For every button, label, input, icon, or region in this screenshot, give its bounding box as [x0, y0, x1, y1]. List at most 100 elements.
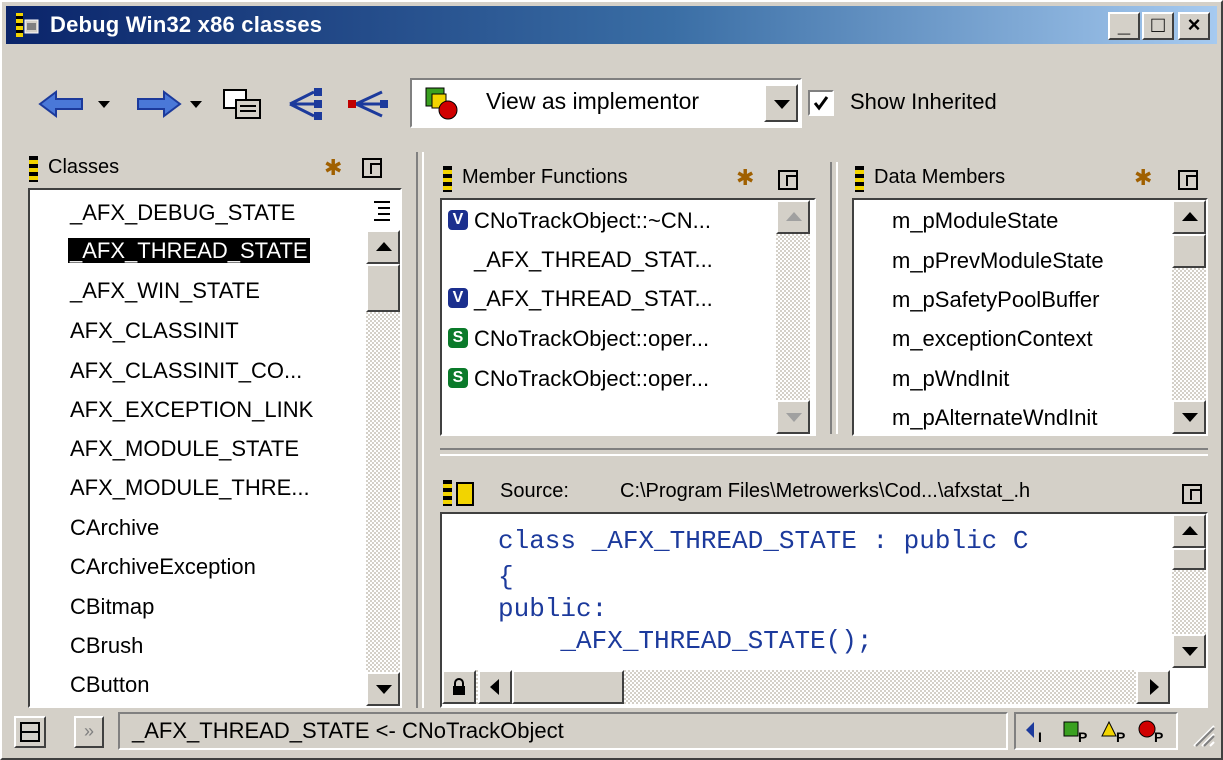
- member-function-item[interactable]: V _AFX_THREAD_STAT...: [448, 280, 713, 318]
- member-function-item[interactable]: S CNoTrackObject::oper...: [448, 360, 709, 398]
- data-member-item[interactable]: m_pModuleState: [892, 202, 1058, 240]
- horizontal-scroll-thumb[interactable]: [512, 670, 624, 704]
- class-list-item[interactable]: _AFX_WIN_STATE: [70, 272, 260, 310]
- back-arrow-icon[interactable]: [38, 88, 94, 120]
- resize-grip-icon[interactable]: [1188, 720, 1216, 748]
- pane-splitter[interactable]: [830, 162, 838, 434]
- derived-classes-graph-icon[interactable]: [346, 86, 390, 122]
- title-bar[interactable]: Debug Win32 x86 classes _ □ ×: [6, 6, 1217, 44]
- class-list-item[interactable]: CArchiveException: [70, 548, 256, 586]
- float-pane-icon[interactable]: [778, 170, 798, 190]
- member-function-item[interactable]: _AFX_THREAD_STAT...: [448, 241, 713, 279]
- scroll-up-button[interactable]: [1172, 514, 1206, 548]
- minimize-button[interactable]: _: [1108, 12, 1140, 40]
- base-classes-graph-icon[interactable]: [284, 86, 328, 122]
- vertical-splitter[interactable]: [416, 152, 424, 708]
- class-list-item[interactable]: AFX_EXCEPTION_LINK: [70, 391, 313, 429]
- data-member-item[interactable]: m_pWndInit: [892, 360, 1009, 398]
- float-pane-icon[interactable]: [1182, 484, 1202, 504]
- data-member-item[interactable]: m_pPrevModuleState: [892, 242, 1104, 280]
- scroll-down-button[interactable]: [1172, 400, 1206, 434]
- new-class-icon[interactable]: ✱: [324, 156, 350, 180]
- view-mode-dropdown-button[interactable]: [764, 84, 798, 122]
- class-list-item[interactable]: CBrush: [70, 627, 143, 665]
- horizontal-splitter[interactable]: [440, 448, 1208, 456]
- class-list-item[interactable]: AFX_CLASSINIT_CO...: [70, 352, 302, 390]
- pane-grip-icon[interactable]: [29, 156, 38, 182]
- float-pane-icon[interactable]: [1178, 170, 1198, 190]
- show-inherited-checkbox[interactable]: [808, 90, 834, 116]
- show-inherited-label[interactable]: Show Inherited: [850, 89, 997, 115]
- static-method-icon: S: [448, 328, 468, 349]
- checkmark-icon: [813, 96, 829, 111]
- data-member-item[interactable]: m_pAlternateWndInit: [892, 399, 1097, 434]
- new-data-member-icon[interactable]: ✱: [1134, 166, 1160, 190]
- scroll-up-button[interactable]: [366, 230, 400, 264]
- class-list-item[interactable]: CArchive: [70, 509, 159, 547]
- scroll-right-button[interactable]: [1136, 670, 1170, 704]
- pane-grip-icon[interactable]: [443, 166, 452, 192]
- lock-icon: [453, 678, 465, 695]
- class-list-item[interactable]: AFX_CLASSINIT: [70, 312, 239, 350]
- member-function-item[interactable]: V CNoTrackObject::~CN...: [448, 202, 711, 240]
- class-list-item-selected[interactable]: _AFX_THREAD_STATE: [68, 232, 310, 270]
- view-mode-dropdown[interactable]: View as implementor: [410, 78, 802, 128]
- filter-icons-field: I P P P: [1014, 712, 1178, 750]
- back-dropdown-icon[interactable]: [96, 98, 112, 110]
- forward-arrow-icon[interactable]: [132, 88, 182, 120]
- class-list-item[interactable]: AFX_MODULE_THRE...: [70, 469, 310, 507]
- svg-text:I: I: [1038, 729, 1042, 744]
- close-button[interactable]: ×: [1178, 12, 1210, 40]
- forward-dropdown-icon[interactable]: [188, 98, 204, 110]
- member-function-item[interactable]: S CNoTrackObject::oper...: [448, 320, 709, 358]
- class-list-item[interactable]: CBitmap: [70, 588, 154, 626]
- status-bar-field: _AFX_THREAD_STATE <- CNoTrackObject: [118, 712, 1008, 750]
- data-member-item[interactable]: m_pSafetyPoolBuffer: [892, 281, 1100, 319]
- source-horizontal-scrollbar[interactable]: [442, 670, 1170, 704]
- private-filter-icon[interactable]: P: [1138, 720, 1170, 744]
- scroll-down-button[interactable]: [366, 672, 400, 706]
- class-hierarchy-icon[interactable]: [220, 86, 264, 122]
- lock-button[interactable]: [442, 670, 476, 704]
- expand-pane-icon[interactable]: »: [74, 716, 104, 748]
- member-functions-list[interactable]: V CNoTrackObject::~CN... _AFX_THREAD_STAT…: [440, 198, 816, 436]
- data-members-list[interactable]: m_pModuleState m_pPrevModuleState m_pSaf…: [852, 198, 1208, 436]
- class-list-item[interactable]: AFX_MODULE_STATE: [70, 430, 299, 468]
- member-functions-pane-title: Member Functions: [462, 166, 628, 188]
- classes-list[interactable]: _AFX_DEBUG_STATE _AFX_THREAD_STATE _AFX_…: [28, 188, 402, 708]
- scroll-thumb[interactable]: [1172, 548, 1206, 570]
- public-filter-icon[interactable]: P: [1062, 720, 1094, 744]
- svg-text:P: P: [1154, 729, 1163, 744]
- member-functions-pane-header: Member Functions ✱: [440, 162, 816, 196]
- new-member-function-icon[interactable]: ✱: [736, 166, 762, 190]
- data-members-scrollbar[interactable]: [1172, 200, 1206, 434]
- scroll-down-button[interactable]: [1172, 634, 1206, 668]
- inherited-filter-icon[interactable]: I: [1024, 720, 1056, 744]
- list-outline-icon[interactable]: [366, 194, 398, 226]
- source-vertical-scrollbar[interactable]: [1172, 514, 1206, 668]
- static-method-icon: S: [448, 368, 468, 389]
- virtual-method-icon: V: [448, 210, 468, 231]
- pane-grip-icon[interactable]: [855, 166, 864, 192]
- scroll-down-button[interactable]: [776, 400, 810, 434]
- pane-grip-icon[interactable]: [443, 480, 452, 506]
- classes-pane-header: Classes ✱: [26, 152, 406, 186]
- classes-scrollbar[interactable]: [366, 230, 400, 706]
- protected-filter-icon[interactable]: P: [1100, 720, 1132, 744]
- scroll-up-button[interactable]: [1172, 200, 1206, 234]
- class-list-item[interactable]: CButton: [70, 666, 150, 704]
- scroll-thumb[interactable]: [366, 264, 400, 312]
- scroll-left-button[interactable]: [478, 670, 512, 704]
- maximize-button[interactable]: □: [1142, 12, 1174, 40]
- class-browser-icon: [16, 13, 39, 37]
- pane-layout-button[interactable]: [14, 716, 46, 748]
- data-member-item[interactable]: m_exceptionContext: [892, 320, 1093, 358]
- class-list-item[interactable]: _AFX_DEBUG_STATE: [70, 194, 295, 232]
- source-file-icon: [456, 482, 474, 506]
- source-view[interactable]: class _AFX_THREAD_STATE : public C { pub…: [440, 512, 1208, 708]
- scroll-up-button[interactable]: [776, 200, 810, 234]
- source-pane-header: Source: C:\Program Files\Metrowerks\Cod.…: [440, 476, 1208, 510]
- scroll-thumb[interactable]: [1172, 234, 1206, 268]
- float-pane-icon[interactable]: [362, 158, 382, 178]
- member-functions-scrollbar[interactable]: [776, 200, 810, 434]
